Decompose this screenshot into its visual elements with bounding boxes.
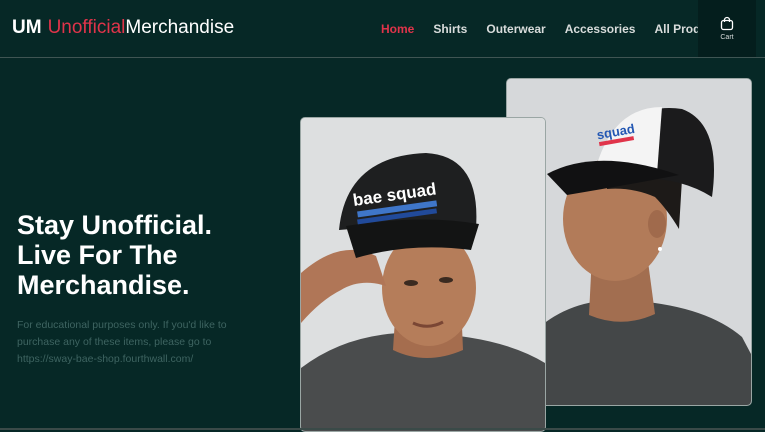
product-image-front-cap[interactable]: bae squad — [300, 117, 546, 432]
site-header: UM UnofficialMerchandise Home Shirts Oute… — [0, 0, 765, 58]
brand-part-merchandise: Merchandise — [125, 17, 235, 38]
hero-title: Stay Unofficial. Live For The Merchandis… — [17, 210, 212, 300]
brand-abbr: UM — [12, 17, 42, 38]
brand-part-unofficial: Unofficial — [47, 17, 126, 38]
nav-outerwear[interactable]: Outerwear — [486, 22, 545, 36]
hero-title-line-2: Live For The — [17, 240, 178, 270]
main-nav: Home Shirts Outerwear Accessories All Pr… — [381, 22, 725, 36]
cart-button[interactable]: Cart — [698, 0, 756, 57]
nav-home[interactable]: Home — [381, 22, 414, 36]
brand-logo[interactable]: UM UnofficialMerchandise — [12, 17, 234, 39]
hero-title-line-3: Merchandise. — [17, 270, 190, 300]
model-front-photo: bae squad — [301, 118, 545, 431]
nav-accessories[interactable]: Accessories — [565, 22, 636, 36]
nav-shirts[interactable]: Shirts — [433, 22, 467, 36]
cart-label: Cart — [720, 34, 734, 41]
hero-title-line-1: Stay Unofficial. — [17, 210, 213, 240]
shopping-bag-icon — [720, 16, 734, 31]
hero-disclaimer: For educational purposes only. If you'd … — [17, 319, 227, 365]
